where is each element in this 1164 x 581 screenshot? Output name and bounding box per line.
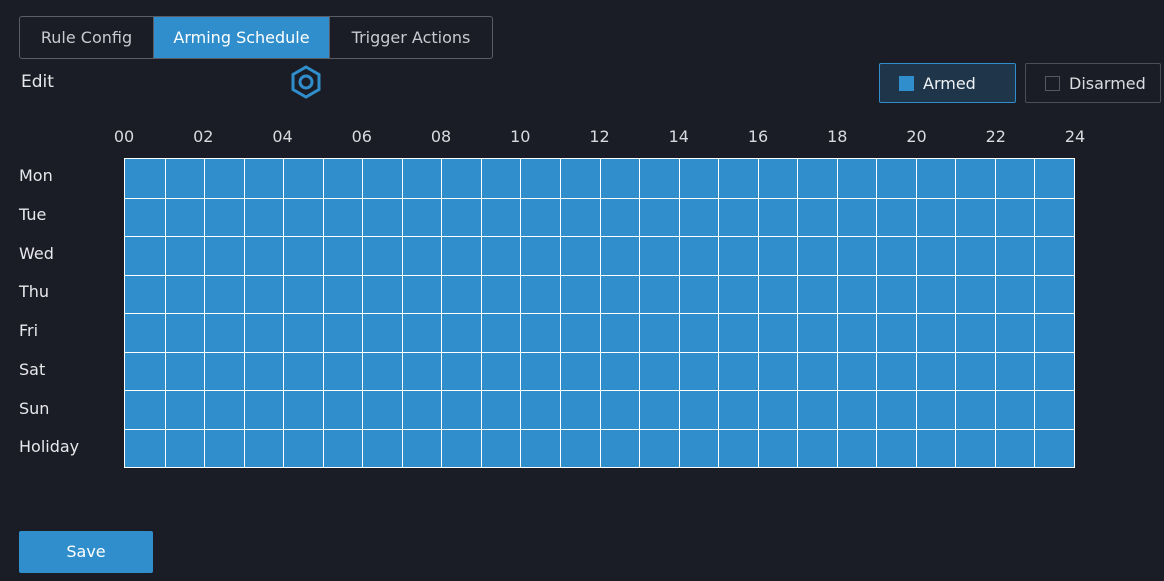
armed-toggle-button[interactable]: Armed <box>879 63 1016 103</box>
hour-label: 24 <box>1064 127 1086 146</box>
hour-label: 20 <box>906 127 927 146</box>
hour-label: 06 <box>351 127 372 146</box>
grid-row-line <box>125 313 1074 314</box>
hour-label: 18 <box>827 127 848 146</box>
hour-label: 12 <box>589 127 610 146</box>
tab-arming-schedule[interactable]: Arming Schedule <box>153 17 329 58</box>
hour-label: 10 <box>510 127 531 146</box>
grid-row-line <box>125 236 1074 237</box>
save-button[interactable]: Save <box>19 531 153 573</box>
tab-trigger-actions[interactable]: Trigger Actions <box>329 17 492 58</box>
hour-label: 14 <box>668 127 689 146</box>
hour-label: 08 <box>430 127 452 146</box>
grid-row-line <box>125 428 1074 430</box>
grid-row-line <box>125 274 1074 276</box>
tab-rule-config[interactable]: Rule Config <box>20 17 153 58</box>
grid-row-line <box>125 390 1074 391</box>
day-label: Sun <box>19 398 50 418</box>
day-label: Tue <box>19 204 47 224</box>
day-label: Mon <box>19 166 53 185</box>
grid-row-line <box>125 351 1074 353</box>
hexagon-settings-icon[interactable] <box>290 65 322 99</box>
disarmed-swatch <box>1045 75 1060 91</box>
hour-label: 04 <box>272 127 293 146</box>
day-label: Wed <box>19 243 54 263</box>
schedule-grid[interactable] <box>124 158 1075 468</box>
hour-label: 16 <box>747 127 769 146</box>
armed-swatch <box>899 75 914 91</box>
armed-label: Armed <box>923 73 976 93</box>
grid-row-line <box>125 197 1074 199</box>
disarmed-label: Disarmed <box>1069 73 1146 93</box>
day-label: Holiday <box>19 437 80 457</box>
hour-label: 02 <box>193 127 214 146</box>
day-label: Thu <box>19 282 50 302</box>
arming-schedule-page: Rule Config Arming Schedule Trigger Acti… <box>0 0 1164 581</box>
day-label: Sat <box>19 359 46 379</box>
tab-bar: Rule Config Arming Schedule Trigger Acti… <box>19 16 493 59</box>
hour-label: 00 <box>113 127 135 146</box>
hour-label: 22 <box>985 127 1006 146</box>
edit-label: Edit <box>21 72 54 92</box>
day-label: Fri <box>19 321 39 340</box>
disarmed-toggle-button[interactable]: Disarmed <box>1025 63 1161 103</box>
